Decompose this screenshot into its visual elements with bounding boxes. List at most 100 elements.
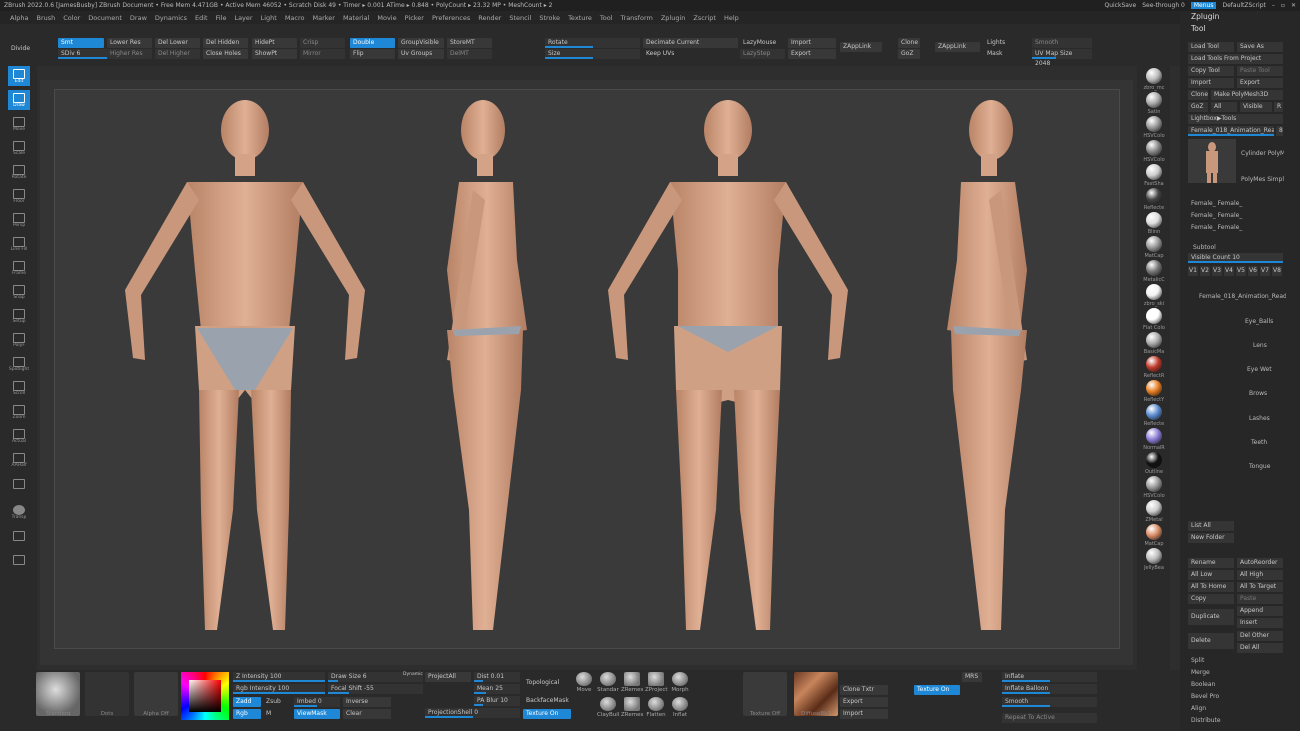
zproject-brush-button[interactable]: ZProject — [645, 672, 668, 693]
mask-button[interactable]: Mask — [984, 49, 1029, 59]
all-button[interactable]: All — [1211, 102, 1237, 112]
zremesher-brush-button[interactable]: ZRemes — [621, 672, 643, 693]
delete-button[interactable]: Delete — [1188, 633, 1234, 649]
color-picker[interactable] — [181, 672, 229, 720]
material-item[interactable]: Reflecte — [1143, 188, 1165, 211]
menu-item[interactable]: Light — [261, 14, 277, 22]
uv-map-size-slider[interactable]: UV Map Size 2048 — [1032, 49, 1092, 67]
material-item[interactable]: Satin — [1143, 92, 1165, 115]
clone-tool-button[interactable]: Clone — [1188, 90, 1208, 100]
menu-item[interactable]: Stroke — [539, 14, 560, 22]
subtool-item[interactable]: Tongue — [1246, 462, 1286, 472]
export-texture-button[interactable]: Export — [840, 697, 888, 707]
rgb-toggle[interactable]: Rgb — [233, 709, 261, 719]
align-section[interactable]: Align — [1188, 704, 1283, 714]
v6-tab[interactable]: V6 — [1248, 266, 1258, 276]
v2-tab[interactable]: V2 — [1200, 266, 1210, 276]
rotate-tool-button[interactable]: Rotate — [8, 162, 30, 182]
tool-header[interactable]: Tool — [1188, 24, 1209, 34]
default-zscript-button[interactable]: DefaultZScript — [1222, 2, 1265, 9]
dots-stroke-button[interactable] — [85, 672, 129, 716]
projectionshell-slider[interactable]: ProjectionShell 0 — [425, 708, 520, 718]
viewmask-toggle[interactable]: ViewMask — [294, 709, 340, 719]
pa-blur-slider[interactable]: PA Blur 10 — [474, 696, 520, 706]
backfacemask-toggle[interactable]: BackfaceMask — [523, 696, 571, 706]
flatten-brush-button[interactable]: Flatten — [645, 697, 667, 718]
move-tool-button[interactable]: Move — [8, 114, 30, 134]
del-other-button[interactable]: Del Other — [1237, 631, 1283, 641]
v4-tab[interactable]: V4 — [1224, 266, 1234, 276]
draw-tool-button[interactable]: Draw — [8, 90, 30, 110]
material-item[interactable]: MatCap — [1143, 524, 1165, 547]
material-item[interactable]: JellyBea — [1143, 548, 1165, 571]
claybuildup-brush-button[interactable]: ClayBuil — [597, 697, 619, 718]
menu-item[interactable]: Marker — [312, 14, 334, 22]
texture-on-2-toggle[interactable]: Texture On — [914, 685, 960, 695]
zadd-toggle[interactable]: Zadd — [233, 697, 261, 707]
menu-item[interactable]: Color — [63, 14, 80, 22]
alpha-off-button[interactable] — [134, 672, 178, 716]
copy-tool-button[interactable]: Copy Tool — [1188, 66, 1234, 76]
clone-button[interactable]: Clone — [898, 38, 920, 48]
see-through-slider[interactable]: See-through 0 — [1142, 2, 1185, 9]
export-button[interactable]: Export — [788, 49, 836, 59]
zapplink-button[interactable]: ZAppLink — [840, 42, 882, 52]
subtool-item[interactable]: Female_018_Animation_Ready — [1196, 292, 1286, 302]
smooth-slider[interactable]: Smooth — [1032, 38, 1092, 48]
material-item[interactable]: HSVColo — [1143, 140, 1165, 163]
split-section[interactable]: Split — [1188, 656, 1283, 666]
v1-tab[interactable]: V1 — [1188, 266, 1198, 276]
document-canvas[interactable] — [54, 89, 1120, 649]
export-tool-button[interactable]: Export — [1237, 78, 1283, 88]
frame-button[interactable]: Frame — [8, 258, 30, 278]
morph-brush-button[interactable]: Morph — [669, 672, 691, 693]
del-all-button[interactable]: Del All — [1237, 643, 1283, 653]
minimize-icon[interactable]: – — [1272, 2, 1275, 9]
lights-button[interactable]: Lights — [984, 38, 1029, 48]
r-button[interactable]: R — [1274, 102, 1283, 112]
paste-tool-button[interactable]: Paste Tool — [1237, 66, 1283, 76]
v7-tab[interactable]: V7 — [1260, 266, 1270, 276]
menu-item[interactable]: Dynamics — [155, 14, 187, 22]
menu-item[interactable]: Render — [478, 14, 501, 22]
persp-button[interactable]: Persp — [8, 210, 30, 230]
subtool-item[interactable]: Eye Wet — [1244, 365, 1286, 375]
merge-section[interactable]: Merge — [1188, 668, 1283, 678]
topological-toggle[interactable]: Topological — [523, 678, 571, 688]
material-item[interactable]: Reflecte — [1143, 404, 1165, 427]
import-texture-button[interactable]: Import — [840, 709, 888, 719]
focal-shift-slider[interactable]: Focal Shift -55 — [328, 684, 423, 694]
keep-uvs-toggle[interactable]: Keep UVs — [643, 49, 738, 59]
m-toggle[interactable]: M — [263, 709, 283, 719]
all-low-button[interactable]: All Low — [1188, 570, 1234, 580]
menus-button[interactable]: Menus — [1190, 2, 1217, 9]
standard-brush-button[interactable] — [36, 672, 80, 716]
make-polymesh3d-button[interactable]: Make PolyMesh3D — [1211, 90, 1283, 100]
scroll-button[interactable]: Scroll — [8, 378, 30, 398]
lazystep-slider[interactable]: LazyStep — [740, 49, 785, 59]
menu-item[interactable]: Draw — [130, 14, 147, 22]
material-item[interactable]: ZMetal — [1143, 500, 1165, 523]
menu-item[interactable]: Stencil — [509, 14, 531, 22]
zapplink-2-button[interactable]: ZAppLink — [935, 42, 980, 52]
maximize-icon[interactable]: ▫ — [1281, 2, 1285, 9]
material-item[interactable]: BasicMa — [1143, 332, 1165, 355]
zplugin-header[interactable]: Zplugin — [1188, 12, 1222, 22]
menu-item[interactable]: Document — [88, 14, 122, 22]
insert-button[interactable]: Insert — [1237, 618, 1283, 628]
material-item[interactable]: zbro_mc — [1143, 68, 1165, 91]
close-holes-button[interactable]: Close Holes — [203, 49, 248, 59]
inflate-balloon-slider[interactable]: Inflate Balloon — [1002, 684, 1097, 694]
quicksave-button[interactable]: QuickSave — [1104, 2, 1136, 9]
close-icon[interactable]: ✕ — [1291, 2, 1296, 9]
mirror-button[interactable]: Mirror — [300, 49, 345, 59]
menu-item[interactable]: File — [216, 14, 227, 22]
copy-subtool-button[interactable]: Copy — [1188, 594, 1234, 604]
menu-item[interactable]: Layer — [234, 14, 252, 22]
polyf-button[interactable]: PolyF — [8, 330, 30, 350]
transp-button[interactable]: Transp — [8, 502, 30, 522]
mrs-button[interactable]: MRS — [962, 672, 982, 682]
clone-txtr-button[interactable]: Clone Txtr — [840, 685, 888, 695]
edit-tool-button[interactable]: Edit — [8, 66, 30, 86]
imbed-slider[interactable]: Imbed 0 — [294, 697, 340, 707]
